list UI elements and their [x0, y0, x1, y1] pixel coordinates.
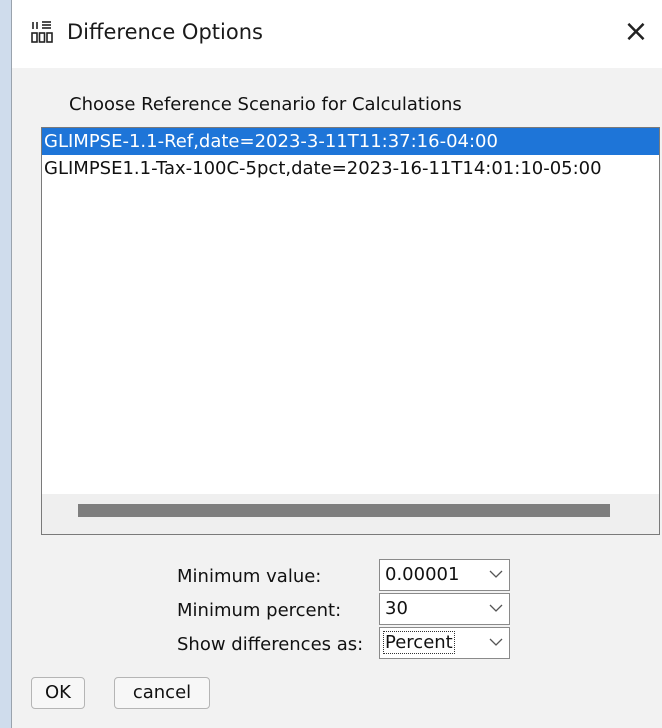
scenario-list[interactable]: GLIMPSE-1.1-Ref,date=2023-3-11T11:37:16-… — [41, 127, 660, 535]
min-value-label: Minimum value: — [177, 566, 322, 587]
min-percent-select[interactable]: 30 — [379, 593, 510, 625]
dialog-title: Difference Options — [67, 20, 263, 44]
chevron-down-icon — [489, 604, 503, 612]
min-value-value: 0.00001 — [385, 564, 460, 585]
ok-button[interactable]: OK — [31, 677, 85, 709]
scrollbar-thumb[interactable] — [78, 504, 610, 517]
min-percent-label: Minimum percent: — [177, 600, 342, 621]
horizontal-scrollbar[interactable] — [42, 494, 659, 534]
show-differences-select[interactable]: Percent — [379, 627, 510, 659]
difference-options-dialog: Difference Options × Choose Reference Sc… — [11, 0, 662, 728]
chevron-down-icon — [489, 638, 503, 646]
cancel-button[interactable]: cancel — [114, 677, 210, 709]
list-item[interactable]: GLIMPSE1.1-Tax-100C-5pct,date=2023-16-11… — [42, 155, 659, 182]
reference-scenario-prompt: Choose Reference Scenario for Calculatio… — [69, 94, 462, 115]
list-item[interactable]: GLIMPSE-1.1-Ref,date=2023-3-11T11:37:16-… — [42, 128, 659, 155]
app-icon — [30, 20, 54, 44]
title-bar: Difference Options × — [12, 0, 662, 68]
close-icon[interactable]: × — [622, 17, 650, 47]
show-differences-value: Percent — [383, 631, 455, 654]
chevron-down-icon — [489, 570, 503, 578]
min-value-select[interactable]: 0.00001 — [379, 559, 510, 591]
min-percent-value: 30 — [385, 598, 408, 619]
show-differences-label: Show differences as: — [177, 634, 364, 655]
